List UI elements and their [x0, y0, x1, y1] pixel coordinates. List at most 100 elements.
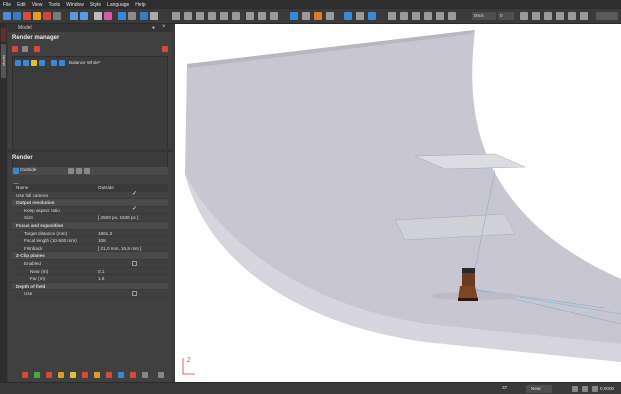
preset-copy-icon[interactable] — [68, 168, 74, 174]
menu-tools[interactable]: Tools — [48, 2, 60, 8]
grid-icon[interactable] — [220, 12, 228, 20]
3d-viewport[interactable]: Z — [175, 24, 621, 382]
orbit-icon[interactable] — [258, 12, 266, 20]
menu-help[interactable]: Help — [135, 2, 145, 8]
torus-icon[interactable] — [448, 12, 456, 20]
render-preset-select[interactable]: Outside — [12, 167, 168, 175]
new-file-icon[interactable] — [3, 12, 11, 20]
action-icon[interactable] — [46, 372, 52, 378]
menu-view[interactable]: View — [32, 2, 43, 8]
camera-icon[interactable] — [140, 12, 148, 20]
wire-icon[interactable] — [544, 12, 552, 20]
zoom-icon[interactable] — [128, 12, 136, 20]
light-render-icon[interactable] — [31, 60, 37, 66]
prop-value[interactable]: [ 21,0 mm, 15,8 mm ] — [98, 245, 141, 253]
workspace-selector[interactable] — [596, 12, 618, 20]
prop-value[interactable]: [ 2508 px, 1638 px ] — [98, 214, 138, 222]
table-row[interactable]: Keep aspect ratio ✓ — [12, 206, 168, 215]
remove-icon[interactable] — [34, 46, 40, 52]
close-icon[interactable]: × — [162, 24, 170, 32]
prop-check[interactable]: ✓ — [132, 206, 137, 212]
delete-icon[interactable] — [12, 46, 18, 52]
fit-icon[interactable] — [270, 12, 278, 20]
select-icon[interactable] — [94, 12, 102, 20]
open-file-icon[interactable] — [13, 12, 21, 20]
table-row[interactable]: Output resolution — [12, 199, 168, 207]
action-icon[interactable] — [142, 372, 148, 378]
shade-icon[interactable] — [532, 12, 540, 20]
layer-icon[interactable] — [368, 12, 376, 20]
table-row[interactable]: Z-Clip planes — [12, 252, 168, 260]
prop-value[interactable]: 1861,3 — [98, 230, 112, 238]
cylinder-icon[interactable] — [412, 12, 420, 20]
table-row[interactable]: Enabled — [12, 260, 168, 268]
status-icon[interactable] — [592, 386, 598, 392]
pan-icon[interactable] — [246, 12, 254, 20]
prop-value[interactable]: 1,5 — [98, 275, 104, 283]
menu-file[interactable]: File — [3, 2, 11, 8]
action-icon[interactable] — [118, 372, 124, 378]
scale-icon[interactable] — [196, 12, 204, 20]
snap-icon[interactable] — [208, 12, 216, 20]
image-render-icon[interactable] — [59, 60, 65, 66]
clip-near-select[interactable]: Near — [526, 385, 552, 393]
list-item-label[interactable]: Balance White* — [69, 60, 100, 65]
table-row[interactable]: Use — [12, 290, 168, 298]
menu-style[interactable]: Style — [90, 2, 101, 8]
menu-window[interactable]: Window — [66, 2, 84, 8]
undo-icon[interactable] — [70, 12, 78, 20]
camera-render-icon[interactable] — [51, 60, 57, 66]
status-icon[interactable] — [572, 386, 578, 392]
action-icon[interactable] — [94, 372, 100, 378]
render-preview-icon[interactable] — [556, 12, 564, 20]
status-icon[interactable] — [582, 386, 588, 392]
table-row[interactable]: Focal length (10-500 mm) 108 — [12, 237, 168, 245]
lasso-icon[interactable] — [104, 12, 112, 20]
print-icon[interactable] — [53, 12, 61, 20]
dof-checkbox[interactable] — [132, 291, 137, 297]
lock-icon[interactable] — [314, 12, 322, 20]
action-icon[interactable] — [106, 372, 112, 378]
preset-delete-icon[interactable] — [84, 168, 90, 174]
rotate-icon[interactable] — [184, 12, 192, 20]
cone-icon[interactable] — [436, 12, 444, 20]
prop-value[interactable]: 0,1 — [98, 268, 104, 276]
dock-tab-close[interactable] — [1, 28, 6, 42]
enabled-checkbox[interactable] — [132, 261, 137, 266]
preset-save-icon[interactable] — [76, 168, 82, 174]
redo-icon[interactable] — [80, 12, 88, 20]
dock-tab-model[interactable]: Model — [1, 44, 6, 78]
table-row[interactable]: Depth of field — [12, 282, 168, 291]
table-row[interactable]: Size [ 2508 px, 1638 px ] — [12, 214, 168, 222]
menu-edit[interactable]: Edit — [17, 2, 26, 8]
cube-icon[interactable] — [388, 12, 396, 20]
render-icon[interactable] — [15, 60, 21, 66]
table-row[interactable]: Filmback [ 21,0 mm, 15,8 mm ] — [12, 245, 168, 253]
grid-render-icon[interactable] — [23, 60, 29, 66]
env-icon[interactable] — [568, 12, 576, 20]
action-icon[interactable] — [130, 372, 136, 378]
move-icon[interactable] — [172, 12, 180, 20]
menu-language[interactable]: Language — [107, 2, 129, 8]
table-row[interactable]: Target distance (mm) 1861,3 — [12, 230, 168, 238]
save-render-icon[interactable] — [39, 60, 45, 66]
export-icon[interactable] — [43, 12, 51, 20]
action-icon[interactable] — [58, 372, 64, 378]
render-manager-list[interactable]: Balance White* — [12, 56, 168, 172]
sphere-icon[interactable] — [400, 12, 408, 20]
cursor-icon[interactable] — [290, 12, 298, 20]
splitter[interactable] — [8, 149, 172, 152]
hand-icon[interactable] — [118, 12, 126, 20]
expand-icon[interactable] — [158, 372, 164, 378]
speed-field[interactable]: 0m/s — [472, 12, 496, 20]
prop-value[interactable]: 108 — [98, 237, 106, 245]
table-row[interactable]: Use full camera ✓ — [12, 191, 168, 200]
align-icon[interactable] — [356, 12, 364, 20]
table-row[interactable]: Focus and exposition — [12, 222, 168, 230]
pin-icon[interactable]: ● — [152, 25, 158, 31]
duplicate-icon[interactable] — [22, 46, 28, 52]
ruler-icon[interactable] — [326, 12, 334, 20]
folder-icon[interactable] — [33, 12, 41, 20]
action-icon[interactable] — [22, 372, 28, 378]
table-row[interactable]: Near (m) 0,1 — [12, 268, 168, 276]
